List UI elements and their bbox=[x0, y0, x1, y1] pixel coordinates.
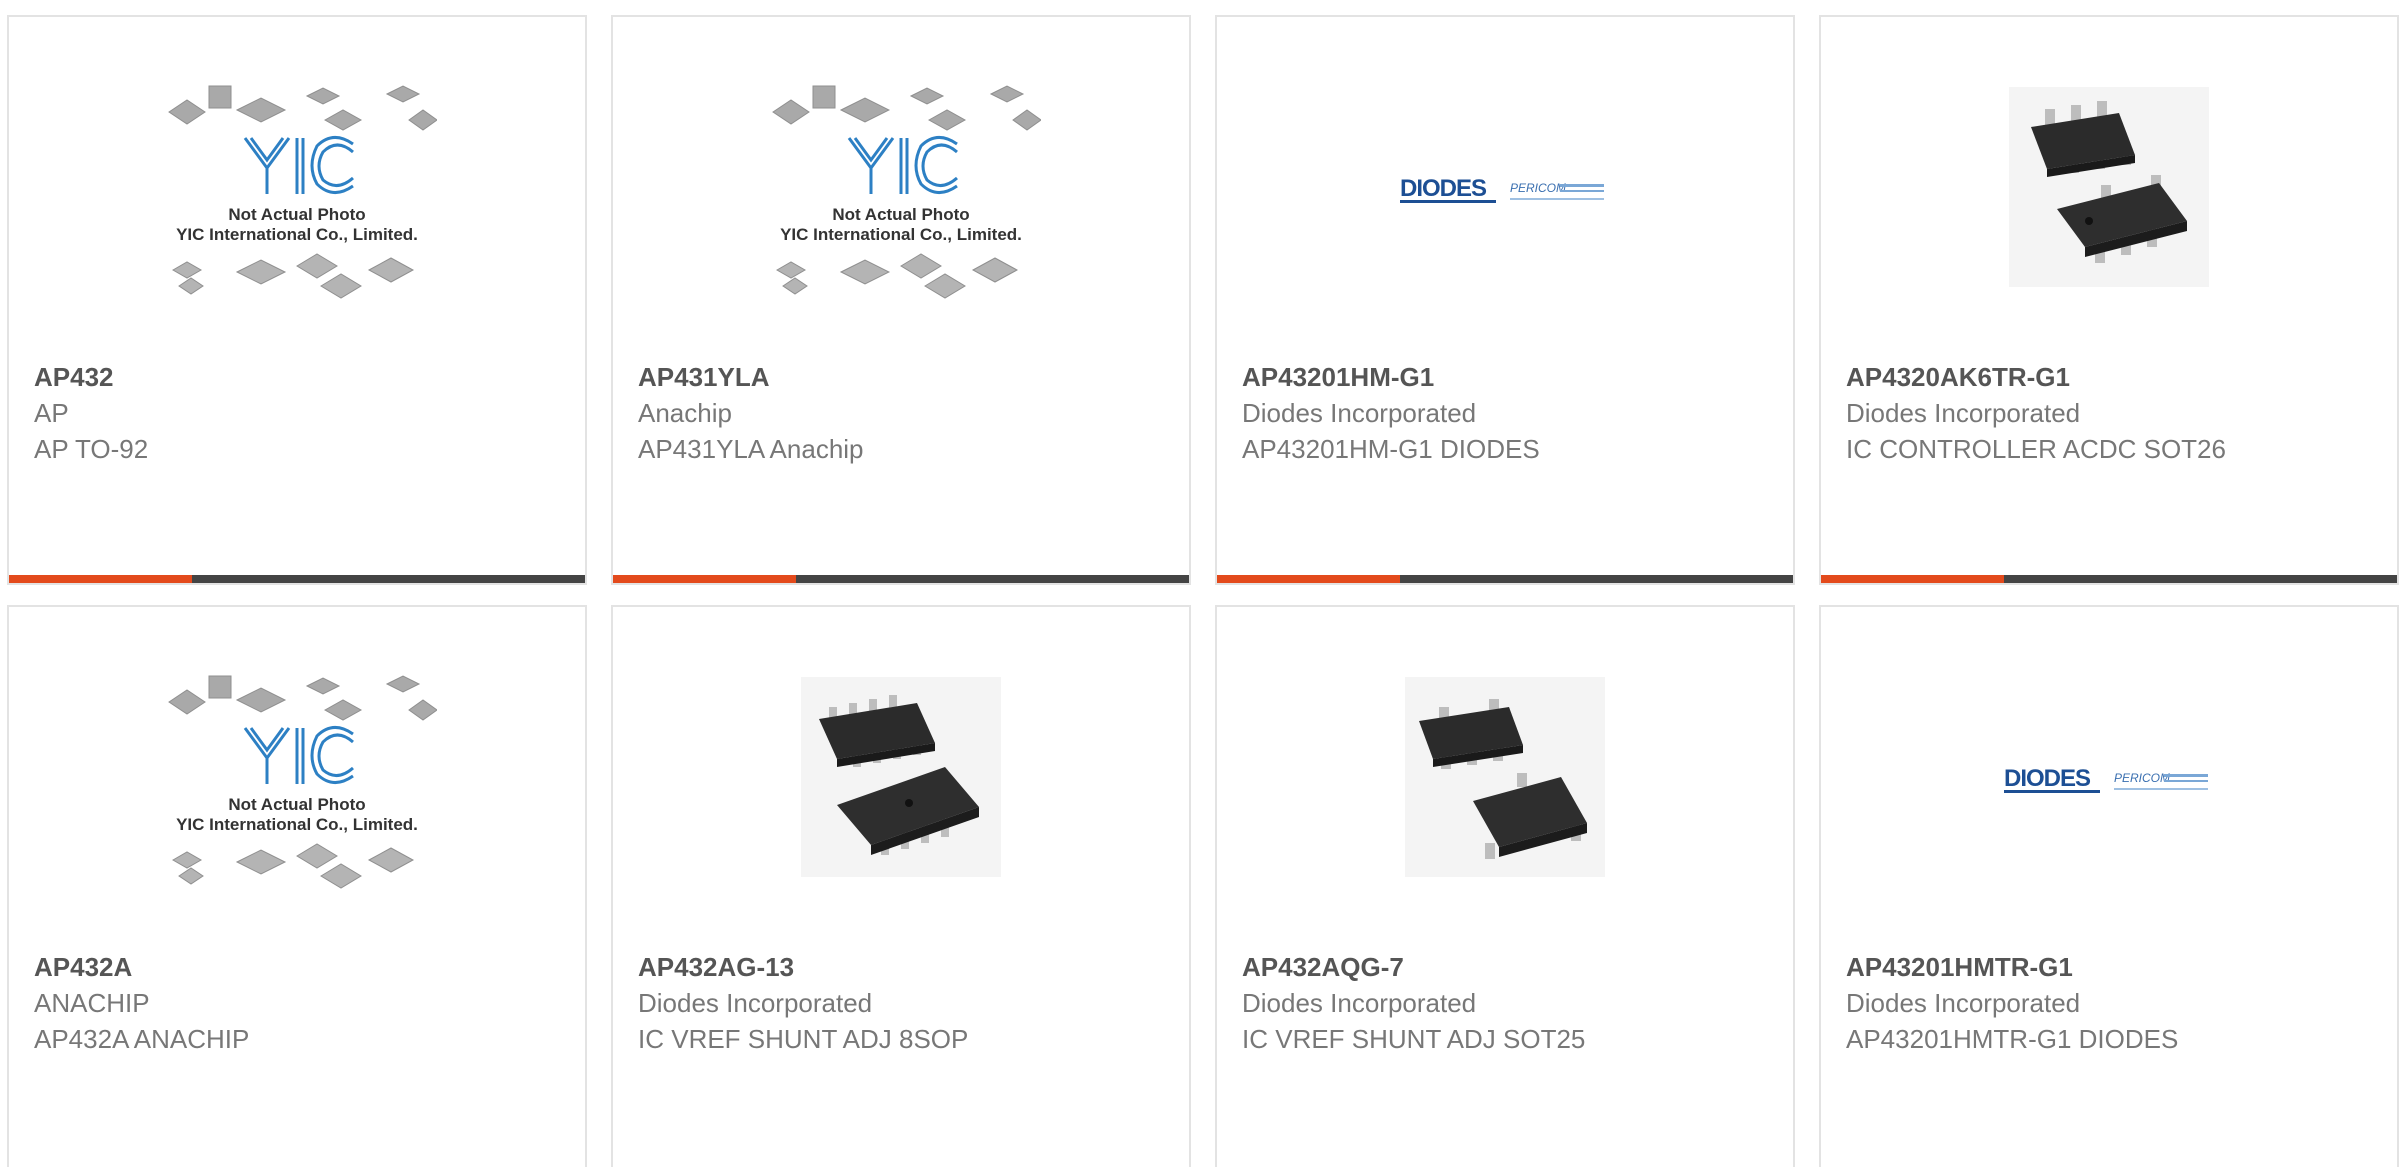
product-card[interactable]: DIODES PERICOM AP43201HM-G1 Diodes Incor… bbox=[1215, 15, 1795, 585]
part-number[interactable]: AP431YLA bbox=[638, 359, 1169, 395]
description: AP431YLA Anachip bbox=[638, 434, 864, 464]
product-card[interactable]: Not Actual Photo YIC International Co., … bbox=[7, 15, 587, 585]
yic-placeholder-icon: Not Actual Photo YIC International Co., … bbox=[168, 85, 437, 299]
description: IC VREF SHUNT ADJ SOT25 bbox=[1242, 1024, 1586, 1054]
yic-placeholder-icon: Not Actual Photo YIC International Co., … bbox=[168, 675, 437, 889]
part-number[interactable]: AP432AG-13 bbox=[638, 949, 1169, 985]
card-bar bbox=[613, 575, 1189, 583]
part-number[interactable]: AP432A bbox=[34, 949, 565, 985]
card-bar bbox=[9, 575, 585, 583]
svg-text:Not Actual Photo: Not Actual Photo bbox=[228, 795, 365, 814]
svg-text:DIODES: DIODES bbox=[1400, 175, 1487, 202]
card-bar bbox=[1821, 575, 2397, 583]
product-image-placeholder: Not Actual Photo YIC International Co., … bbox=[157, 85, 437, 299]
manufacturer: Anachip bbox=[638, 398, 732, 428]
product-card[interactable]: AP4320AK6TR-G1 Diodes Incorporated IC CO… bbox=[1819, 15, 2399, 585]
manufacturer: AP bbox=[34, 398, 69, 428]
diodes-logo-icon: DIODES PERICOM bbox=[1400, 175, 1604, 203]
svg-text:PERICOM: PERICOM bbox=[2114, 771, 2170, 785]
product-card[interactable]: Not Actual Photo YIC International Co., … bbox=[611, 15, 1191, 585]
product-image-placeholder: Not Actual Photo YIC International Co., … bbox=[157, 675, 437, 889]
part-number[interactable]: AP432AQG-7 bbox=[1242, 949, 1773, 985]
svg-text:PERICOM: PERICOM bbox=[1510, 181, 1566, 195]
product-image-placeholder: Not Actual Photo YIC International Co., … bbox=[761, 85, 1041, 299]
description: IC CONTROLLER ACDC SOT26 bbox=[1846, 434, 2226, 464]
description: AP432A ANACHIP bbox=[34, 1024, 250, 1054]
product-photo bbox=[761, 677, 1041, 877]
product-photo bbox=[1365, 677, 1645, 877]
svg-text:YIC International Co., Limited: YIC International Co., Limited. bbox=[176, 815, 418, 834]
part-number[interactable]: AP43201HM-G1 bbox=[1242, 359, 1773, 395]
part-number[interactable]: AP4320AK6TR-G1 bbox=[1846, 359, 2377, 395]
product-photo bbox=[1969, 87, 2249, 287]
yic-placeholder-icon: Not Actual Photo YIC International Co., … bbox=[772, 85, 1041, 299]
diodes-logo-icon: DIODES PERICOM bbox=[2004, 765, 2208, 793]
manufacturer: Diodes Incorporated bbox=[1846, 988, 2081, 1018]
product-card[interactable]: AP432AQG-7 Diodes Incorporated IC VREF S… bbox=[1215, 605, 1795, 1167]
manufacturer: Diodes Incorporated bbox=[1846, 398, 2081, 428]
manufacturer: Diodes Incorporated bbox=[638, 988, 873, 1018]
card-bar-accent bbox=[1217, 575, 1400, 583]
svg-text:Not Actual Photo: Not Actual Photo bbox=[832, 205, 969, 224]
product-grid: Not Actual Photo YIC International Co., … bbox=[0, 0, 2400, 1167]
card-bar-accent bbox=[1821, 575, 2004, 583]
card-bar-accent bbox=[613, 575, 796, 583]
description: AP43201HM-G1 DIODES bbox=[1242, 434, 1540, 464]
svg-text:YIC International Co., Limited: YIC International Co., Limited. bbox=[176, 225, 418, 244]
manufacturer: Diodes Incorporated bbox=[1242, 398, 1477, 428]
part-number[interactable]: AP432 bbox=[34, 359, 565, 395]
card-bar-accent bbox=[9, 575, 192, 583]
description: IC VREF SHUNT ADJ 8SOP bbox=[638, 1024, 969, 1054]
manufacturer: Diodes Incorporated bbox=[1242, 988, 1477, 1018]
sot-package-icon bbox=[2009, 87, 2209, 287]
svg-text:YIC International Co., Limited: YIC International Co., Limited. bbox=[780, 225, 1022, 244]
part-number[interactable]: AP43201HMTR-G1 bbox=[1846, 949, 2377, 985]
sot-package-icon bbox=[1405, 677, 1605, 877]
description: AP TO-92 bbox=[34, 434, 149, 464]
manufacturer-logo-image: DIODES PERICOM bbox=[1969, 682, 2249, 882]
manufacturer-logo-image: DIODES PERICOM bbox=[1365, 92, 1645, 292]
svg-text:Not Actual Photo: Not Actual Photo bbox=[228, 205, 365, 224]
sop-package-icon bbox=[801, 677, 1001, 877]
svg-text:DIODES: DIODES bbox=[2004, 765, 2091, 792]
manufacturer: ANACHIP bbox=[34, 988, 150, 1018]
product-card[interactable]: Not Actual Photo YIC International Co., … bbox=[7, 605, 587, 1167]
description: AP43201HMTR-G1 DIODES bbox=[1846, 1024, 2179, 1054]
product-card[interactable]: AP432AG-13 Diodes Incorporated IC VREF S… bbox=[611, 605, 1191, 1167]
card-bar bbox=[1217, 575, 1793, 583]
product-card[interactable]: DIODES PERICOM AP43201HMTR-G1 Diodes Inc… bbox=[1819, 605, 2399, 1167]
